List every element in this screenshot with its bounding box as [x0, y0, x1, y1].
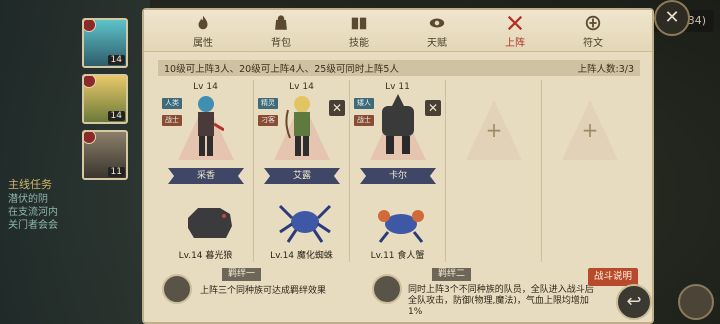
- deployed-marker-icon: [84, 20, 96, 32]
- tab-formation[interactable]: 上阵: [485, 10, 545, 52]
- formation-slot[interactable]: Lv 14 人类 战士 采香 Lv.14 暮光狼: [158, 80, 254, 262]
- pet-wolf-figure: [188, 208, 232, 238]
- crossed-swords-icon: [507, 15, 523, 30]
- tab-bar: 属性 背包 技能 天赋 上阵 符文: [144, 10, 652, 52]
- bond-two: 羁绊二 同时上阵3个不同种族的队员，全队进入战斗后全队攻击，防御(物理,魔法)，…: [372, 268, 598, 318]
- slot-level: Lv 11: [385, 82, 410, 92]
- quest-line: 在支流河内: [8, 207, 58, 218]
- pet-spider-figure: [278, 204, 332, 243]
- hero-name-banner: 卡尔: [360, 168, 436, 184]
- hero-card[interactable]: 11: [82, 130, 128, 180]
- bond-title: 羁绊一: [222, 268, 262, 281]
- tab-talent[interactable]: 天赋: [407, 10, 467, 52]
- pet-label: Lv.11 食人蟹: [370, 251, 425, 261]
- deployed-marker-icon: [84, 132, 96, 144]
- hero-roster: 14 14 11: [82, 18, 130, 186]
- class-tag: 刁客: [258, 115, 278, 126]
- slot-level: Lv 14: [289, 82, 314, 92]
- pet-label: Lv.14 暮光狼: [178, 251, 233, 261]
- bond-desc: 同时上阵3个不同种族的队员，全队进入战斗后全队攻击，防御(物理,魔法)，气血上限…: [408, 285, 594, 317]
- hero-figure: [382, 94, 414, 154]
- bond-desc: 上阵三个同种族可达成羁绊效果: [200, 286, 327, 296]
- tab-label: 背包: [271, 37, 291, 49]
- add-hero-icon[interactable]: +: [484, 120, 504, 140]
- remove-hero-button[interactable]: ✕: [425, 100, 441, 116]
- bond-title: 羁绊二: [432, 268, 472, 281]
- race-tag: 人类: [162, 98, 182, 109]
- bond-one-icon: [162, 274, 192, 304]
- back-icon[interactable]: ↩: [616, 284, 652, 320]
- close-button[interactable]: ✕: [654, 0, 690, 36]
- hero-level: 11: [107, 167, 125, 177]
- info-bar: 10级可上阵3人、20级可上阵4人、25级可同时上阵5人 上阵人数:3/3: [158, 60, 640, 76]
- add-hero-icon[interactable]: +: [580, 120, 600, 140]
- tab-label: 技能: [349, 37, 369, 49]
- quest-line: 关门者会会: [8, 220, 58, 231]
- race-tag: 矮人: [354, 98, 374, 109]
- hero-name-banner: 采香: [168, 168, 244, 184]
- map-icon[interactable]: [678, 284, 714, 320]
- tab-label: 天赋: [427, 37, 447, 49]
- hero-card[interactable]: 14: [82, 74, 128, 124]
- bond-two-icon: [372, 274, 402, 304]
- hero-figure: [285, 96, 310, 156]
- tab-label: 属性: [193, 37, 213, 49]
- formation-slot[interactable]: Lv 14 精灵 刁客 ✕ 艾露 Lv.14 魔化蜘蛛: [254, 80, 350, 262]
- tab-label: 上阵: [505, 37, 525, 49]
- slot-tags: 人类 战士: [162, 98, 182, 132]
- flame-icon: [198, 15, 208, 29]
- deploy-count: 上阵人数:3/3: [577, 64, 635, 75]
- quest-tracker[interactable]: 主线任务 潜伏的阴 在支流河内 关门者会会: [8, 178, 78, 232]
- book-icon: [351, 17, 367, 29]
- rune-icon: [585, 15, 601, 30]
- slot-tags: 精灵 刁客: [258, 98, 278, 132]
- class-tag: 战士: [354, 115, 374, 126]
- hero-level: 14: [107, 111, 125, 121]
- eye-icon: [429, 18, 445, 27]
- tab-label: 符文: [583, 37, 603, 49]
- deployed-marker-icon: [84, 76, 96, 88]
- quest-line: 潜伏的阴: [8, 194, 48, 205]
- tab-attributes[interactable]: 属性: [173, 10, 233, 52]
- slot-tags: 矮人 战士: [354, 98, 374, 132]
- pet-crab-figure: [378, 210, 424, 243]
- quest-title: 主线任务: [8, 178, 52, 191]
- race-tag: 精灵: [258, 98, 278, 109]
- bag-icon: [275, 14, 287, 30]
- formation-slot[interactable]: Lv 11 矮人 战士 ✕ 卡尔 Lv.11 食人蟹: [350, 80, 446, 262]
- deploy-rule-text: 10级可上阵3人、20级可上阵4人、25级可同时上阵5人: [164, 64, 399, 75]
- formation-slot-empty[interactable]: +: [446, 80, 542, 262]
- bond-section: 羁绊一 上阵三个同种族可达成羁绊效果 羁绊二 同时上阵3个不同种族的队员，全队进…: [158, 268, 640, 318]
- hero-name-banner: 艾露: [264, 168, 340, 184]
- hero-figure: [198, 96, 224, 156]
- formation-slots: Lv 14 人类 战士 采香 Lv.14 暮光狼 Lv 14 精灵 刁客 ✕ 艾…: [158, 80, 640, 262]
- pet-label: Lv.14 魔化蜘蛛: [270, 251, 333, 261]
- slot-level: Lv 14: [193, 82, 218, 92]
- tab-skills[interactable]: 技能: [329, 10, 389, 52]
- bond-one: 羁绊一 上阵三个同种族可达成羁绊效果: [162, 268, 362, 318]
- tab-runes[interactable]: 符文: [563, 10, 623, 52]
- hero-level: 14: [107, 55, 125, 65]
- team-panel: 属性 背包 技能 天赋 上阵 符文 10级可上阵3人、20级可上阵4人、25级可…: [142, 8, 654, 324]
- formation-slot-empty[interactable]: +: [542, 80, 638, 262]
- tab-bag[interactable]: 背包: [251, 10, 311, 52]
- remove-hero-button[interactable]: ✕: [329, 100, 345, 116]
- class-tag: 战士: [162, 115, 182, 126]
- hero-card[interactable]: 14: [82, 18, 128, 68]
